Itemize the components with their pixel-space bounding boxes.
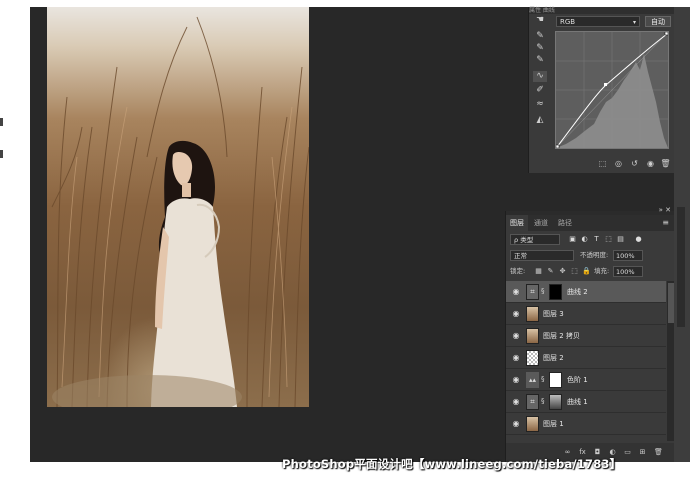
view-previous-icon[interactable]: ◎ xyxy=(613,158,624,169)
panel-tabs: 图层 通道 路径 ≡ xyxy=(506,215,675,231)
target-adjust-icon[interactable]: ☚ xyxy=(533,15,547,26)
layer-name: 图层 1 xyxy=(543,420,564,428)
photo-artwork xyxy=(51,16,309,407)
portrait-photo xyxy=(47,7,309,407)
blend-row: 正常 不透明度: 100% xyxy=(510,250,671,262)
channel-value: RGB xyxy=(560,18,576,26)
smart-object-filter-icon[interactable]: ▤ xyxy=(616,234,625,245)
white-point-eyedropper-icon[interactable]: ✎ xyxy=(533,55,547,66)
curves-tool-column: ☚ ✎ ✎ ✎ ∿ ✐ ≈ ◭ xyxy=(529,15,551,155)
left-margin xyxy=(0,0,30,483)
tab-paths[interactable]: 路径 xyxy=(554,215,576,231)
layer-mask-thumbnail[interactable] xyxy=(549,372,562,388)
chevron-down-icon: ▾ xyxy=(632,19,636,26)
layer-name: 图层 3 xyxy=(543,310,564,318)
properties-header[interactable]: 属性 曲线 xyxy=(529,7,675,14)
smooth-icon[interactable]: ≈ xyxy=(533,99,547,110)
clipping-warning-icon[interactable]: ◭ xyxy=(533,115,547,126)
black-point-eyedropper-icon[interactable]: ✎ xyxy=(533,31,547,42)
layer-row[interactable]: ◉ ⌗ § 曲线 2 xyxy=(506,281,666,303)
lock-transparency-icon[interactable]: ▦ xyxy=(534,266,543,277)
visibility-eye-icon[interactable]: ◉ xyxy=(511,418,521,429)
filter-toggle-icon[interactable]: ● xyxy=(634,234,643,245)
visibility-eye-icon[interactable]: ◉ xyxy=(511,374,521,385)
chain-link-icon[interactable]: § xyxy=(541,394,546,410)
curve-point-icon[interactable]: ∿ xyxy=(533,71,547,82)
visibility-eye-icon[interactable]: ◉ xyxy=(511,352,521,363)
curves-adjustment-icon: ⌗ xyxy=(526,284,539,300)
fill-field[interactable]: 100% xyxy=(613,266,643,277)
layer-row[interactable]: ◉ 图层 2 xyxy=(506,347,666,369)
edge-mark xyxy=(0,150,3,158)
curves-adjustment-icon: ⌗ xyxy=(526,394,539,410)
opacity-field[interactable]: 100% xyxy=(613,250,643,261)
curves-footer: ⬚ ◎ ↺ ◉ 🗑 xyxy=(529,155,675,173)
fill-label: 填充: xyxy=(594,267,610,275)
layer-filter-row: ρ 类型 ▣ ◐ T ⬚ ▤ ● xyxy=(510,234,671,246)
visibility-eye-icon[interactable]: ◉ xyxy=(511,308,521,319)
lock-pixels-icon[interactable]: ✎ xyxy=(546,266,555,277)
layer-row[interactable]: ◉ 图层 3 xyxy=(506,303,666,325)
layer-row[interactable]: ◉ 图层 2 拷贝 xyxy=(506,325,666,347)
tab-channels[interactable]: 通道 xyxy=(530,215,552,231)
layer-mask-thumbnail[interactable] xyxy=(549,394,562,410)
lock-artboard-icon[interactable]: ⬚ xyxy=(570,266,579,277)
layer-thumbnail xyxy=(526,306,539,322)
visibility-eye-icon[interactable]: ◉ xyxy=(511,330,521,341)
blend-mode-value: 正常 xyxy=(514,252,527,260)
visibility-eye-icon[interactable]: ◉ xyxy=(511,396,521,407)
chain-link-icon[interactable]: § xyxy=(541,372,546,388)
blend-mode-select[interactable]: 正常 xyxy=(510,250,574,261)
layer-row[interactable]: ◉ 图层 1 xyxy=(506,413,666,435)
curves-graph-art xyxy=(555,31,669,149)
visibility-eye-icon[interactable]: ◉ xyxy=(511,286,521,297)
layer-mask-thumbnail[interactable] xyxy=(549,284,562,300)
shape-filter-icon[interactable]: ⬚ xyxy=(604,234,613,245)
chain-link-icon[interactable]: § xyxy=(541,284,546,300)
layer-name: 色阶 1 xyxy=(567,376,588,384)
pixel-filter-icon[interactable]: ▣ xyxy=(568,234,577,245)
layer-name: 曲线 1 xyxy=(567,398,588,406)
tab-layers[interactable]: 图层 xyxy=(506,215,528,231)
pencil-icon[interactable]: ✐ xyxy=(533,85,547,96)
adjustment-filter-icon[interactable]: ◐ xyxy=(580,234,589,245)
watermark-text: PhotoShop平面设计吧【www.lineeg.com/tieba/1783… xyxy=(282,457,622,471)
lock-position-icon[interactable]: ✥ xyxy=(558,266,567,277)
lock-label: 锁定: xyxy=(510,267,526,275)
levels-adjustment-icon: ▴▴ xyxy=(526,372,539,388)
layer-thumbnail xyxy=(526,416,539,432)
layers-panel: » ✕ 图层 通道 路径 ≡ ρ 类型 ▣ ◐ T ⬚ ▤ ● 正常 不透明度:… xyxy=(505,206,675,462)
auto-button[interactable]: 自动 xyxy=(645,16,671,27)
layer-name: 图层 2 xyxy=(543,354,564,362)
channel-select[interactable]: RGB ▾ xyxy=(556,16,640,27)
collapse-icon[interactable]: » ✕ xyxy=(659,206,671,214)
clip-to-layer-icon[interactable]: ⬚ xyxy=(597,158,608,169)
panel-menu-icon[interactable]: ≡ xyxy=(662,218,669,227)
lock-all-icon[interactable]: 🔒 xyxy=(582,266,591,277)
filter-kind-select[interactable]: ρ 类型 xyxy=(510,234,560,245)
reset-icon[interactable]: ↺ xyxy=(629,158,640,169)
layer-thumbnail xyxy=(526,328,539,344)
filter-kind-value: ρ 类型 xyxy=(514,236,534,244)
type-filter-icon[interactable]: T xyxy=(592,234,601,245)
curves-graph[interactable] xyxy=(555,31,669,149)
visibility-icon[interactable]: ◉ xyxy=(645,158,656,169)
lock-row: 锁定: ▦ ✎ ✥ ⬚ 🔒 填充: 100% xyxy=(510,266,671,278)
delete-icon[interactable]: 🗑 xyxy=(660,158,671,169)
dock-scroll[interactable] xyxy=(677,207,685,327)
layer-row[interactable]: ◉ ⌗ § 曲线 1 xyxy=(506,391,666,413)
right-dock xyxy=(674,7,690,462)
layer-row[interactable]: ◉ ▴▴ § 色阶 1 xyxy=(506,369,666,391)
layer-name: 曲线 2 xyxy=(567,288,588,296)
opacity-label: 不透明度: xyxy=(580,251,609,259)
layer-thumbnail xyxy=(526,350,539,366)
gray-point-eyedropper-icon[interactable]: ✎ xyxy=(533,43,547,54)
layer-list: ◉ ⌗ § 曲线 2 ◉ 图层 3 ◉ 图层 2 拷贝 ◉ 图层 2 ◉ ▴▴ … xyxy=(506,281,666,443)
edge-mark xyxy=(0,118,3,126)
curves-properties-panel: 属性 曲线 ☚ ✎ ✎ ✎ ∿ ✐ ≈ ◭ RGB ▾ 自动 ⬚ ◎ ↺ ◉ 🗑 xyxy=(528,7,675,173)
layer-name: 图层 2 拷贝 xyxy=(543,332,580,340)
